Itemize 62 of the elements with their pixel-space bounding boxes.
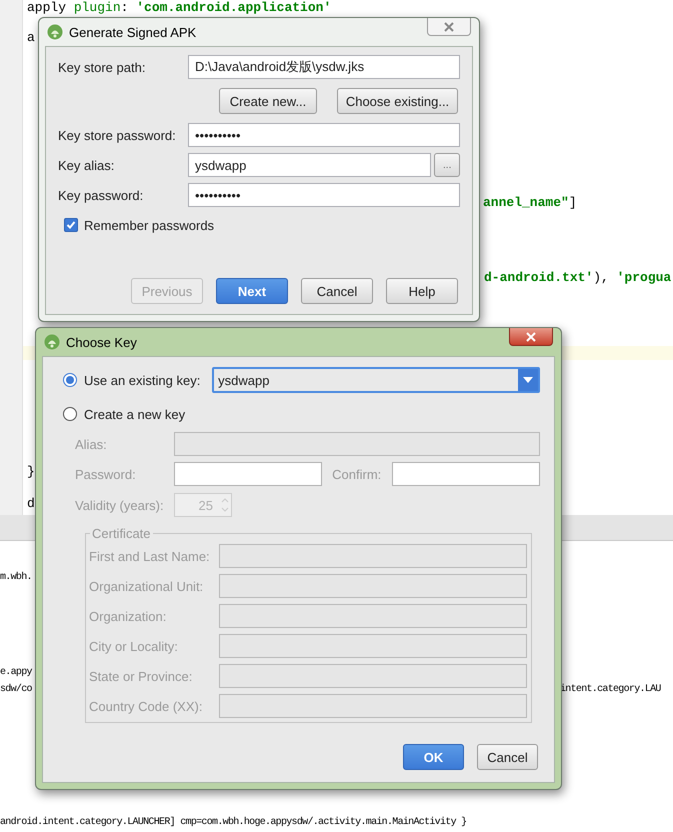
field-label: State or Province: (89, 668, 194, 684)
field-label: Key store path: (58, 60, 146, 74)
password-field[interactable]: •••••••••• (188, 123, 460, 147)
dialog-button[interactable]: Next (216, 278, 288, 304)
certificate-field[interactable] (219, 574, 527, 598)
field-label: Organization: (89, 608, 168, 624)
confirm-field[interactable] (392, 462, 540, 486)
field-label: Organizational Unit: (89, 578, 204, 594)
dialog-button[interactable]: Cancel (477, 744, 538, 770)
certificate-field[interactable] (219, 694, 527, 718)
code-line: d (27, 496, 35, 511)
alias-field[interactable] (174, 432, 540, 456)
checkbox-label: Remember passwords (84, 218, 214, 232)
radio-button[interactable] (63, 373, 77, 387)
code-line: apply plugin: 'com.android.application' (27, 0, 332, 15)
radio-button[interactable] (63, 407, 77, 421)
key-alias-field[interactable]: ysdwapp (188, 153, 432, 177)
certificate-field[interactable] (219, 664, 527, 688)
field-label: Confirm: (332, 466, 382, 482)
android-studio-icon (47, 24, 63, 40)
android-studio-icon (44, 334, 60, 350)
field-label: Alias: (75, 436, 108, 452)
field-label: Validity (years): (75, 498, 165, 512)
console-line: android.intent.category.LAUNCHER] cmp=com.wbh.hoge.appysdw/.activity.main.MainActivity } (0, 817, 466, 828)
console-line: sdw/co (0, 684, 32, 695)
field-label: Key password: (58, 188, 144, 202)
key-store-path-field[interactable]: D:\Java\android发版\ysdw.jks (188, 55, 460, 79)
radio-label: Create a new key (84, 406, 186, 422)
store-button[interactable]: Create new... (219, 88, 317, 114)
field-label: Country Code (XX): (89, 698, 204, 714)
store-button[interactable]: Choose existing... (337, 88, 458, 114)
field-label: Key alias: (58, 158, 116, 172)
field-label: City or Locality: (89, 638, 179, 654)
certificate-field[interactable] (219, 544, 527, 568)
dialog-button[interactable]: OK (403, 744, 464, 770)
close-button[interactable] (509, 328, 553, 346)
console-line: m.wbh. (0, 572, 32, 583)
browse-button[interactable]: ... (434, 153, 460, 177)
field-label: Password: (75, 466, 137, 482)
code-line: } (27, 464, 35, 479)
password-field[interactable]: •••••••••• (188, 183, 460, 207)
field-label: Key store password: (58, 128, 177, 142)
code-line: a (27, 30, 35, 45)
key-dropdown[interactable]: ysdwapp (212, 367, 540, 393)
window-title: Generate Signed APK (69, 24, 196, 40)
remember-checkbox[interactable] (64, 218, 78, 232)
radio-label: Use an existing key: (84, 372, 202, 388)
dialog-button[interactable]: Help (386, 278, 458, 304)
close-icon (525, 332, 537, 342)
console-line: e.appy (0, 667, 32, 678)
certificate-field[interactable] (219, 604, 527, 628)
password-field[interactable] (174, 462, 322, 486)
code-line: d-android.txt'), 'progua (484, 270, 672, 285)
close-icon (443, 22, 455, 32)
code-line: annel_name"] (483, 195, 577, 210)
window-title: Choose Key (66, 334, 137, 350)
field-label: First and Last Name: (89, 548, 211, 564)
group-title: Certificate (90, 526, 153, 541)
certificate-field[interactable] (219, 634, 527, 658)
dialog-button[interactable]: Cancel (301, 278, 373, 304)
caret-icon[interactable] (518, 369, 538, 391)
console-line: intent.category.LAU (560, 684, 661, 695)
